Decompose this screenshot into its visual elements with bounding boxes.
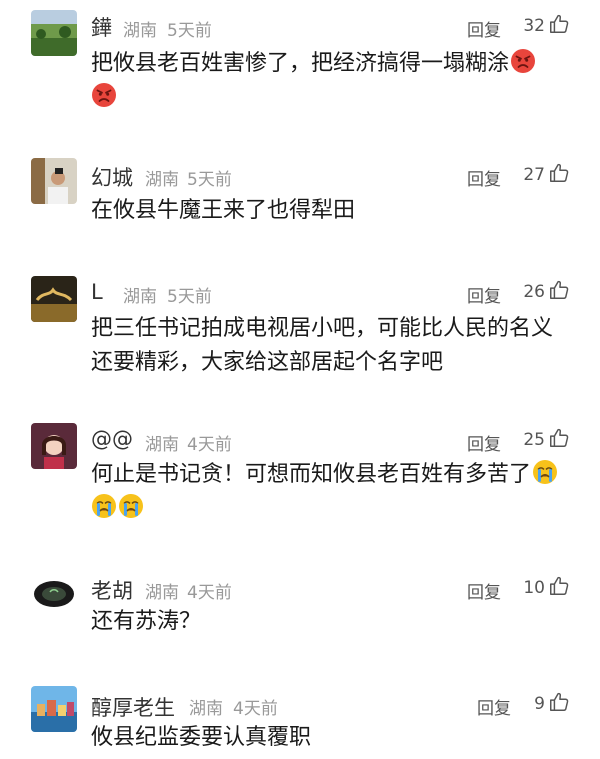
avatar-image [31,158,77,204]
username[interactable]: 老胡 [91,575,133,605]
thumbs-up-icon[interactable] [548,13,570,35]
location-label: 湖南 [145,583,179,603]
comment-text: 在攸县牛魔王来了也得犁田 [91,198,356,223]
reply-button[interactable]: 回复 [467,165,501,190]
avatar[interactable] [31,423,77,469]
like-count: 25 [523,430,545,450]
time-label: 5天前 [167,287,212,307]
username[interactable]: @@ [91,427,133,451]
avatar-image [31,686,77,732]
comment-text: 把三任书记拍成电视居小吧，可能比人民的名义 还要精彩，大家给这部居起个名字吧 [91,312,581,380]
username[interactable]: 幻城 [91,162,133,192]
like-count: 10 [523,578,545,598]
thumbs-up-icon[interactable] [548,427,570,449]
username[interactable]: 鏵 [91,12,112,42]
comment-text-content: 何止是书记贪！可想而知攸县老百姓有多苦了 [91,462,532,487]
crying-face-icon [532,459,558,485]
reply-button[interactable]: 回复 [467,16,501,41]
time-label: 5天前 [187,170,232,190]
comment-text-content: 把攸县老百姓害惨了，把经济搞得一塌糊涂 [91,51,510,76]
reply-button[interactable]: 回复 [467,282,501,307]
avatar[interactable] [31,10,77,56]
avatar-image [31,10,77,56]
location-label: 湖南 [123,287,157,307]
avatar-image [31,571,77,617]
thumbs-up-icon[interactable] [548,162,570,184]
location-label: 湖南 [123,21,157,41]
comment-text-line: 把三任书记拍成电视居小吧，可能比人民的名义 [91,316,554,341]
location-label: 湖南 [145,170,179,190]
like-count: 9 [534,694,545,714]
like-count: 27 [523,165,545,185]
location-label: 湖南 [145,435,179,455]
time-label: 4天前 [187,583,232,603]
comment-text: 还有苏涛？ [91,609,202,634]
time-label: 4天前 [233,699,278,719]
crying-face-icon [118,493,144,519]
like-count: 26 [523,282,545,302]
comment-text: 何止是书记贪！可想而知攸县老百姓有多苦了 [91,458,581,526]
avatar[interactable] [31,571,77,617]
avatar[interactable] [31,276,77,322]
time-label: 4天前 [187,435,232,455]
comment-text-line: 还要精彩，大家给这部居起个名字吧 [91,350,444,375]
angry-face-icon [510,48,536,74]
thumbs-up-icon[interactable] [548,575,570,597]
avatar-image [31,423,77,469]
location-label: 湖南 [189,699,223,719]
avatar[interactable] [31,158,77,204]
username[interactable]: 醇厚老生 [91,692,175,722]
username[interactable]: L [91,280,103,304]
reply-button[interactable]: 回复 [467,430,501,455]
comment-text: 把攸县老百姓害惨了，把经济搞得一塌糊涂 [91,47,581,115]
crying-face-icon [91,493,117,519]
reply-button[interactable]: 回复 [467,578,501,603]
angry-face-icon [91,82,117,108]
thumbs-up-icon[interactable] [548,279,570,301]
reply-button[interactable]: 回复 [477,694,511,719]
time-label: 5天前 [167,21,212,41]
comment-text: 攸县纪监委要认真覆职 [91,725,312,750]
avatar[interactable] [31,686,77,732]
avatar-image [31,276,77,322]
thumbs-up-icon[interactable] [548,691,570,713]
like-count: 32 [523,16,545,36]
